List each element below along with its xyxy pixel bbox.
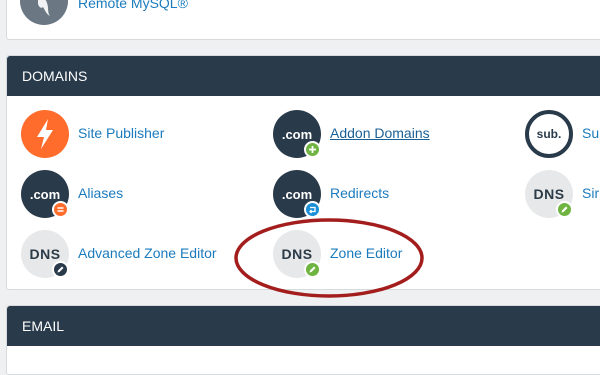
domains-header: DOMAINS: [7, 56, 600, 96]
dns-icon: DNS: [525, 170, 573, 218]
edit-badge-icon: [304, 261, 321, 278]
plus-badge-icon: [304, 141, 321, 158]
advanced-zone-editor-label: Advanced Zone Editor: [78, 245, 217, 261]
aliases-item[interactable]: .com Aliases: [21, 170, 221, 218]
email-panel: EMAIL: [6, 305, 600, 375]
subdomains-label: Su: [582, 125, 600, 141]
simple-zone-editor-item[interactable]: DNS Sir: [525, 170, 600, 218]
email-header: EMAIL: [7, 306, 600, 346]
dns-icon: DNS: [21, 230, 69, 278]
database-icon[interactable]: [20, 0, 68, 25]
zone-editor-item[interactable]: DNS Zone Editor: [273, 230, 473, 278]
subdomain-icon: sub.: [525, 110, 573, 158]
site-publisher-label: Site Publisher: [78, 125, 165, 141]
com-domain-icon: .com: [21, 170, 69, 218]
edit-badge-icon: [52, 261, 69, 278]
com-domain-icon: .com: [273, 170, 321, 218]
zone-editor-label: Zone Editor: [330, 245, 403, 261]
simple-zone-editor-label: Sir: [582, 185, 600, 201]
site-publisher-item[interactable]: Site Publisher: [21, 110, 221, 158]
equals-badge-icon: [52, 201, 69, 218]
redirects-label: Redirects: [330, 185, 390, 201]
aliases-label: Aliases: [78, 185, 124, 201]
redirects-item[interactable]: .com Redirects: [273, 170, 473, 218]
redirect-badge-icon: [304, 201, 321, 218]
edit-badge-icon: [556, 201, 573, 218]
addon-domains-item[interactable]: .com Addon Domains: [273, 110, 473, 158]
lightning-icon: [21, 110, 69, 158]
subdomains-item[interactable]: sub. Su: [525, 110, 600, 158]
dns-icon: DNS: [273, 230, 321, 278]
remote-mysql-link[interactable]: Remote MySQL®: [78, 0, 188, 11]
com-domain-icon: .com: [273, 110, 321, 158]
domains-panel: DOMAINS Site Publisher .com Addon Domain…: [6, 55, 600, 290]
addon-domains-label: Addon Domains: [330, 125, 430, 141]
advanced-zone-editor-item[interactable]: DNS Advanced Zone Editor: [21, 230, 251, 278]
